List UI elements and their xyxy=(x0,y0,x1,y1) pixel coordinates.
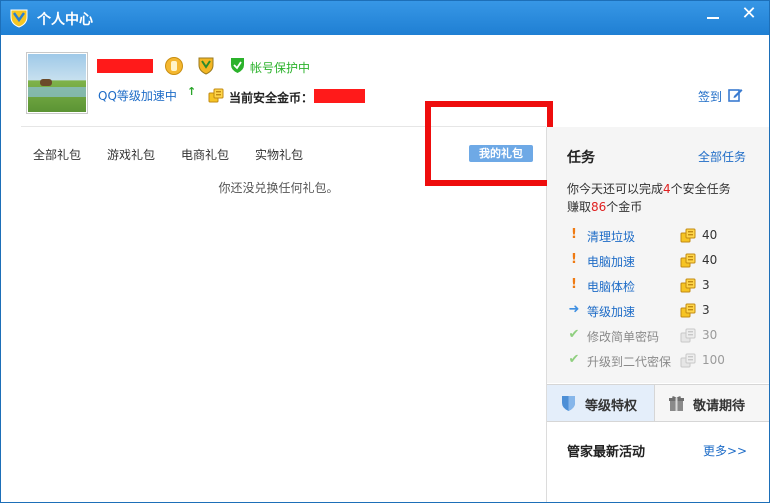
tasks-title: 任务 xyxy=(567,150,595,166)
task-coins: 30 xyxy=(702,328,718,342)
gift-box-icon xyxy=(669,396,684,411)
edit-icon[interactable] xyxy=(728,87,743,102)
personal-center-window: 个人中心 ✕ 帐号保护中 QQ等级加速中 ↑ 当前安全金币： 签到 全部礼包 游… xyxy=(0,0,770,503)
task-coins: 40 xyxy=(702,228,718,242)
more-activities-link[interactable]: 更多>> xyxy=(703,442,747,459)
latest-activities-title: 管家最新活动 xyxy=(567,445,646,460)
window-title: 个人中心 xyxy=(37,12,93,28)
guard-logo-icon xyxy=(10,9,28,28)
gold-coin-disabled-icon xyxy=(680,328,696,343)
gold-coin-icon xyxy=(680,228,696,243)
up-arrow-icon: ↑ xyxy=(187,85,197,98)
tab-coming-soon[interactable]: 敬请期待 xyxy=(655,385,769,421)
profile-section: 帐号保护中 QQ等级加速中 ↑ 当前安全金币： 签到 xyxy=(1,35,769,127)
exclamation-icon: ! xyxy=(571,277,577,292)
coin-amount-redacted xyxy=(314,89,365,103)
task-coins: 40 xyxy=(702,253,718,267)
task-row: ✔ 修改简单密码 30 xyxy=(567,327,757,345)
guard-shield-icon[interactable] xyxy=(198,57,214,75)
checkmark-icon: ✔ xyxy=(568,327,580,342)
gold-coin-icon xyxy=(208,88,224,103)
gold-coin-icon xyxy=(680,303,696,318)
gold-coin-icon xyxy=(680,278,696,293)
task-row[interactable]: ! 电脑加速 40 xyxy=(567,252,757,270)
task-coins: 100 xyxy=(702,353,725,367)
task-row[interactable]: ! 电脑体检 3 xyxy=(567,277,757,295)
empty-gifts-message: 你还没兑换任何礼包。 xyxy=(218,181,339,195)
task-name[interactable]: 清理垃圾 xyxy=(587,228,635,245)
protection-status: 帐号保护中 xyxy=(250,61,311,75)
tab-level-privilege[interactable]: 等级特权 xyxy=(547,385,655,421)
tasks-count: 4 xyxy=(663,182,671,196)
earn-count: 86 xyxy=(591,200,607,214)
task-row[interactable]: ➜ 等级加速 3 xyxy=(567,302,757,320)
task-coins: 3 xyxy=(702,303,710,317)
checkmark-icon: ✔ xyxy=(568,352,580,367)
task-name[interactable]: 电脑体检 xyxy=(587,278,635,295)
task-row[interactable]: ! 清理垃圾 40 xyxy=(567,227,757,245)
gold-coin-icon xyxy=(680,253,696,268)
minimize-button[interactable] xyxy=(695,1,731,29)
nickname-redacted xyxy=(97,59,153,73)
qq-level-speed-link[interactable]: QQ等级加速中 xyxy=(98,87,177,104)
signin-link[interactable]: 签到 xyxy=(698,88,722,105)
minimize-icon xyxy=(707,17,719,19)
gold-coin-disabled-icon xyxy=(680,353,696,368)
tasks-summary: 你今天还可以完成4个安全任务 xyxy=(567,182,731,196)
exclamation-icon: ! xyxy=(571,227,577,242)
highlight-annotation-box xyxy=(425,101,553,186)
tab-physical-gifts[interactable]: 实物礼包 xyxy=(255,146,303,163)
account-protect-icon xyxy=(231,58,244,73)
title-bar[interactable]: 个人中心 ✕ xyxy=(1,1,769,35)
task-name[interactable]: 电脑加速 xyxy=(587,253,635,270)
tasks-earn: 赚取86个金币 xyxy=(567,200,643,214)
task-name: 修改简单密码 xyxy=(587,330,660,344)
task-name[interactable]: 等级加速 xyxy=(587,303,635,320)
shield-icon xyxy=(562,396,575,411)
exclamation-icon: ! xyxy=(571,252,577,267)
close-icon: ✕ xyxy=(741,3,757,24)
tab-ecommerce-gifts[interactable]: 电商礼包 xyxy=(181,146,229,163)
task-name: 升级到二代密保 xyxy=(587,355,672,369)
tab-all-gifts[interactable]: 全部礼包 xyxy=(33,146,81,163)
safe-coin-label: 当前安全金币： xyxy=(229,91,314,105)
task-coins: 3 xyxy=(702,278,710,292)
all-tasks-link[interactable]: 全部任务 xyxy=(698,148,746,165)
close-button[interactable]: ✕ xyxy=(731,1,767,29)
avatar-image xyxy=(28,54,86,112)
vip-level-icon[interactable] xyxy=(165,57,183,75)
tab-game-gifts[interactable]: 游戏礼包 xyxy=(107,146,155,163)
task-row: ✔ 升级到二代密保 100 xyxy=(567,352,757,370)
privilege-tabs: 等级特权 敬请期待 xyxy=(547,384,769,422)
avatar[interactable] xyxy=(26,52,88,114)
arrow-right-icon: ➜ xyxy=(568,302,580,317)
tasks-panel: 任务 全部任务 你今天还可以完成4个安全任务 赚取86个金币 ! 清理垃圾 40… xyxy=(547,127,769,383)
